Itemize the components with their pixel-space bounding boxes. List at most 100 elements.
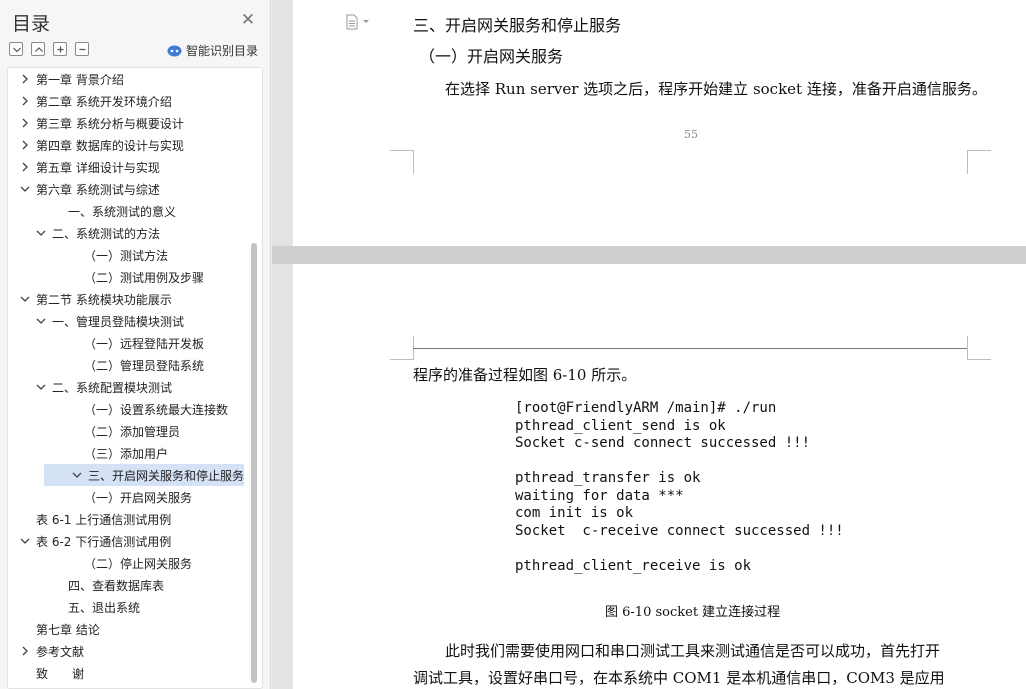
toc-item[interactable]: 第二节 系统模块功能展示 — [8, 288, 244, 310]
toc-item-label: 表 6-1 上行通信测试用例 — [36, 512, 172, 527]
toc-item-label: （二）管理员登陆系统 — [84, 358, 205, 373]
chevron-right-icon[interactable] — [18, 72, 32, 86]
page-corner-mark — [390, 336, 414, 360]
paragraph-line: 调试工具，设置好串口号，在本系统中 COM1 是本机通信串口，COM3 是应用 — [413, 669, 945, 687]
toc-item-label: （二）添加管理员 — [84, 424, 181, 439]
scrollbar-thumb[interactable] — [251, 243, 257, 683]
chevron-right-icon[interactable] — [18, 116, 32, 130]
toc-spacer — [66, 270, 80, 284]
toc-item[interactable]: 第七章 结论 — [8, 618, 244, 640]
toc-item[interactable]: 一、系统测试的意义 — [8, 200, 244, 222]
toc-item-label: 第三章 系统分析与概要设计 — [36, 116, 184, 131]
toc-item[interactable]: 表 6-1 上行通信测试用例 — [8, 508, 244, 530]
smart-toc-button[interactable]: 智能识别目录 — [167, 42, 258, 59]
chevron-right-icon[interactable] — [18, 94, 32, 108]
chevron-right-icon[interactable] — [18, 138, 32, 152]
minus-icon[interactable] — [75, 42, 89, 56]
collapse-all-icon[interactable] — [9, 42, 23, 56]
toc-item[interactable]: （三）添加用户 — [8, 442, 244, 464]
toc-spacer — [66, 336, 80, 350]
document-icon[interactable] — [345, 14, 375, 30]
toc-item[interactable]: 二、系统配置模块测试 — [8, 376, 244, 398]
toc-item-label: 二、系统配置模块测试 — [52, 380, 173, 395]
toc-item-label: 第一章 背景介绍 — [36, 72, 124, 87]
terminal-line: Socket c-send connect successed !!! — [515, 435, 811, 451]
smart-toc-label: 智能识别目录 — [186, 44, 259, 58]
chevron-down-icon[interactable] — [18, 534, 32, 548]
toc-item-label: 四、查看数据库表 — [68, 578, 165, 593]
toc-item[interactable]: （二）测试用例及步骤 — [8, 266, 244, 288]
toc-item[interactable]: 表 6-2 下行通信测试用例 — [8, 530, 244, 552]
toc-item[interactable]: 第五章 详细设计与实现 — [8, 156, 244, 178]
paragraph-run-server: 在选择 Run server 选项之后，程序开始建立 socket 连接，准备开… — [445, 80, 987, 98]
toc-item[interactable]: 第二章 系统开发环境介绍 — [8, 90, 244, 112]
toc-panel: 第一章 背景介绍第二章 系统开发环境介绍第三章 系统分析与概要设计 第四章 数据库… — [7, 67, 263, 689]
toc-item-label: 一、系统测试的意义 — [68, 204, 177, 219]
toc-item[interactable]: （一）测试方法 — [8, 244, 244, 266]
toc-item[interactable]: 五、退出系统 — [8, 596, 244, 618]
toc-toolbar — [9, 42, 89, 58]
toc-item[interactable]: 四、查看数据库表 — [8, 574, 244, 596]
toc-item-label: （三）添加用户 — [84, 446, 169, 461]
toc-item[interactable]: 第四章 数据库的设计与实现 — [8, 134, 244, 156]
chevron-down-icon[interactable] — [18, 182, 32, 196]
toc-item-label: 第七章 结论 — [36, 622, 100, 637]
toc-item[interactable]: 致 谢 — [8, 662, 244, 684]
document-page-55: 三、开启网关服务和停止服务 （一）开启网关服务 在选择 Run server 选… — [293, 0, 1026, 246]
page-number: 55 — [684, 128, 698, 141]
toc-spacer — [66, 248, 80, 262]
chevron-down-icon[interactable] — [34, 314, 48, 328]
chevron-right-icon[interactable] — [18, 644, 32, 658]
toc-item-label: 五、退出系统 — [68, 600, 141, 615]
toc-item-label: 第五章 详细设计与实现 — [36, 160, 160, 175]
toc-item-label: （一）测试方法 — [84, 248, 169, 263]
terminal-line: [root@FriendlyARM /main]# ./run — [515, 400, 777, 416]
plus-icon[interactable] — [53, 42, 67, 56]
toc-item-label: 参考文献 — [36, 644, 85, 659]
toc-item-label: 一、管理员登陆模块测试 — [52, 314, 185, 329]
toc-spacer — [50, 204, 64, 218]
chevron-down-icon[interactable] — [18, 292, 32, 306]
expand-up-icon[interactable] — [31, 42, 45, 56]
toc-item[interactable]: （一）开启网关服务 — [8, 486, 244, 508]
toc-item-label: 第六章 系统测试与综述 — [36, 182, 160, 197]
page-corner-mark — [967, 150, 991, 174]
toc-spacer — [18, 622, 32, 636]
chevron-right-icon[interactable] — [18, 160, 32, 174]
toc-spacer — [18, 512, 32, 526]
chevron-down-icon[interactable] — [34, 380, 48, 394]
toc-item[interactable]: 参考文献 — [8, 640, 244, 662]
toc-item[interactable]: （一）远程登陆开发板 — [8, 332, 244, 354]
toc-item[interactable]: 第六章 系统测试与综述 — [8, 178, 244, 200]
toc-spacer — [66, 402, 80, 416]
toc-title: 目录 — [12, 13, 51, 35]
terminal-line: pthread_client_send is ok — [515, 417, 726, 434]
toc-item-label: 致 谢 — [36, 666, 85, 681]
toc-item[interactable]: 第三章 系统分析与概要设计 — [8, 112, 244, 134]
toc-item-label: 第四章 数据库的设计与实现 — [36, 138, 184, 153]
toc-item[interactable]: 三、开启网关服务和停止服务 — [44, 464, 244, 486]
toc-item[interactable]: 二、系统测试的方法 — [8, 222, 244, 244]
toc-item[interactable]: （二）管理员登陆系统 — [8, 354, 244, 376]
toc-item[interactable]: （一）设置系统最大连接数 — [8, 398, 244, 420]
toc-item[interactable]: （二）添加管理员 — [8, 420, 244, 442]
close-icon[interactable]: ✕ — [240, 12, 256, 29]
terminal-line: Socket c-receive connect successed !!! — [515, 522, 844, 539]
toc-item-label: （二）测试用例及步骤 — [84, 270, 205, 285]
terminal-line: pthread_client_receive is ok — [515, 557, 752, 574]
toc-spacer — [50, 600, 64, 614]
document-view: 三、开启网关服务和停止服务 （一）开启网关服务 在选择 Run server 选… — [272, 0, 1026, 689]
toc-item[interactable]: 一、管理员登陆模块测试 — [8, 310, 244, 332]
toc-item[interactable]: （二）停止网关服务 — [8, 552, 244, 574]
toc-item-label: （一）开启网关服务 — [84, 490, 193, 505]
page-corner-mark — [390, 150, 414, 174]
chevron-down-icon[interactable] — [34, 226, 48, 240]
toc-spacer — [66, 424, 80, 438]
toc-item-label: （一）远程登陆开发板 — [84, 336, 205, 351]
chevron-down-icon[interactable] — [70, 468, 84, 482]
toc-item[interactable]: 第一章 背景介绍 — [8, 68, 244, 90]
toc-spacer — [66, 490, 80, 504]
paragraph-line: 此时我们需要使用网口和串口测试工具来测试通信是否可以成功，首先打开 — [445, 642, 941, 660]
figure-caption: 图 6-10 socket 建立连接过程 — [605, 605, 781, 620]
